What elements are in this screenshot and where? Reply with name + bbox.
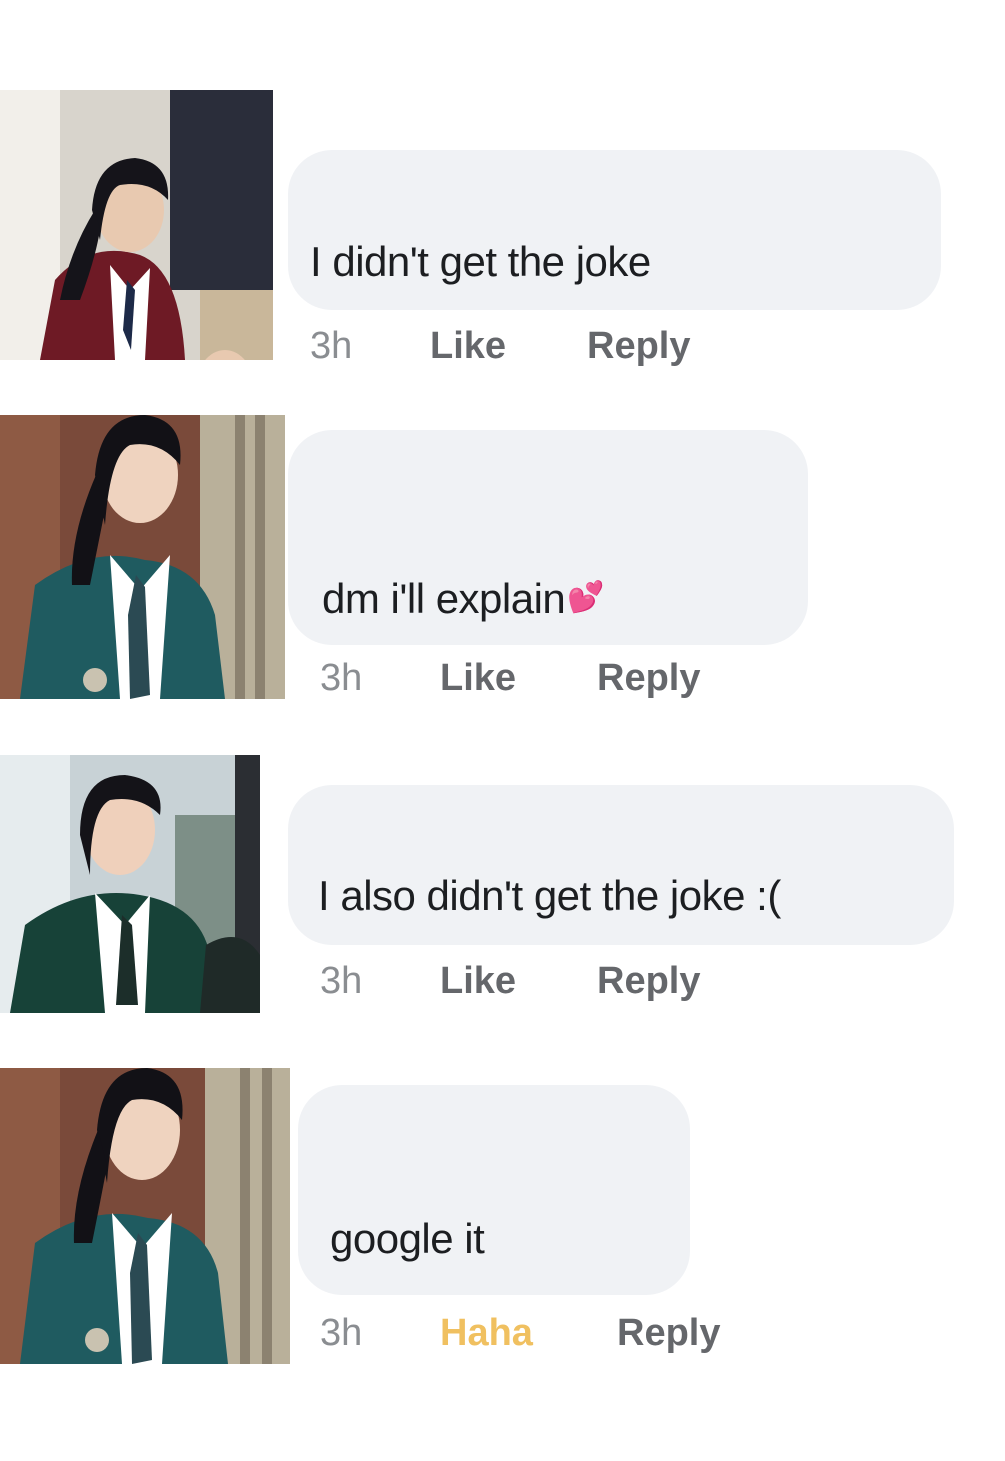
haha-reaction-button[interactable]: Haha xyxy=(440,1312,617,1355)
comment-bubble: google it xyxy=(298,1085,690,1295)
avatar-image-photo xyxy=(0,1068,290,1364)
comment-actions: 3h Haha Reply xyxy=(320,1312,720,1355)
avatar-image[interactable] xyxy=(0,1068,290,1364)
comment-4: google it 3h Haha Reply xyxy=(0,0,1005,1400)
comment-text: google it xyxy=(330,1215,485,1262)
reply-button[interactable]: Reply xyxy=(617,1312,720,1355)
timestamp: 3h xyxy=(320,1312,363,1354)
